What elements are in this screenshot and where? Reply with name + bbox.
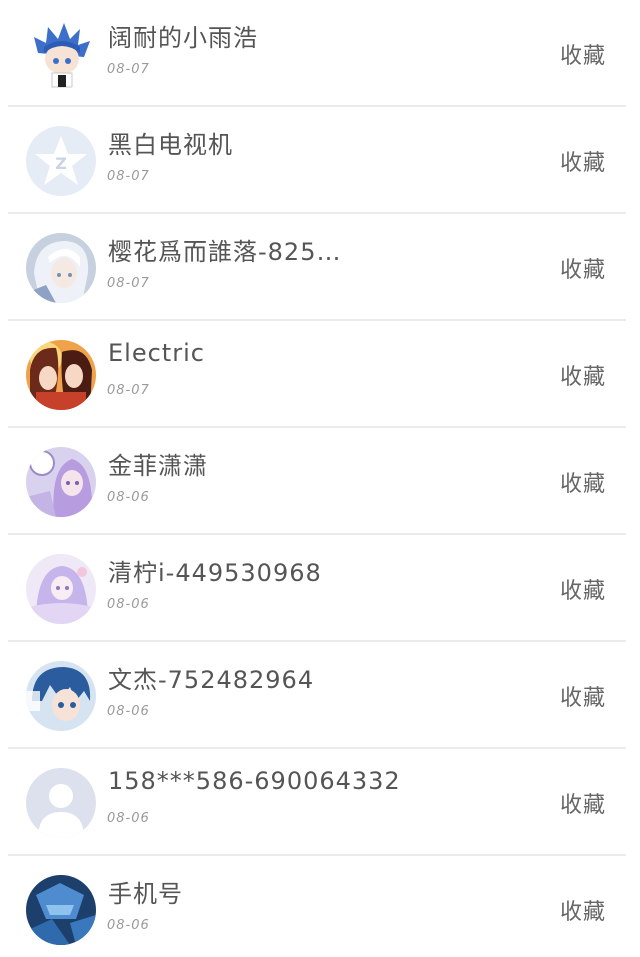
favorite-button[interactable]: 收藏	[560, 787, 606, 819]
user-name: 清柠i-449530968	[108, 559, 322, 587]
user-name: 手机号	[108, 880, 183, 908]
favorite-button[interactable]: 收藏	[560, 573, 606, 605]
user-list: 阔耐的小雨浩 08-07 收藏 Z 黑白电视机 08-07 收藏 樱花爲而誰落-…	[0, 0, 640, 957]
list-item[interactable]: 文杰-752482964 08-06 收藏	[0, 642, 640, 749]
date-label: 08-06	[107, 918, 150, 933]
user-name: 樱花爲而誰落-825…	[108, 238, 342, 266]
user-name: Electric	[108, 339, 205, 367]
blue-mech-avatar[interactable]	[26, 875, 96, 945]
date-label: 08-07	[107, 383, 150, 398]
favorite-button[interactable]: 收藏	[560, 38, 606, 70]
date-label: 08-07	[107, 62, 150, 77]
date-label: 08-06	[107, 704, 150, 719]
anime-two-girls-avatar[interactable]	[26, 340, 96, 410]
anime-purple-girl-avatar[interactable]	[26, 447, 96, 517]
date-label: 08-06	[107, 597, 150, 612]
list-item[interactable]: Electric 08-07 收藏	[0, 321, 640, 428]
list-item[interactable]: 158***586-690064332 08-06 收藏	[0, 749, 640, 856]
user-name: 阔耐的小雨浩	[108, 24, 258, 52]
user-name: 黑白电视机	[108, 131, 233, 159]
qq-default-avatar[interactable]: Z	[26, 126, 96, 196]
user-name: 金菲潇潇	[108, 452, 208, 480]
anime-white-hair-avatar[interactable]	[26, 233, 96, 303]
anime-blue-boy-avatar[interactable]	[26, 661, 96, 731]
date-label: 08-06	[107, 811, 150, 826]
list-item[interactable]: Z 黑白电视机 08-07 收藏	[0, 107, 640, 214]
list-item[interactable]: 清柠i-449530968 08-06 收藏	[0, 535, 640, 642]
favorite-button[interactable]: 收藏	[560, 894, 606, 926]
list-item[interactable]: 金菲潇潇 08-06 收藏	[0, 428, 640, 535]
list-item[interactable]: 手机号 08-06 收藏	[0, 856, 640, 957]
list-item[interactable]: 樱花爲而誰落-825… 08-07 收藏	[0, 214, 640, 321]
favorite-button[interactable]: 收藏	[560, 466, 606, 498]
user-name: 158***586-690064332	[108, 767, 401, 795]
list-item[interactable]: 阔耐的小雨浩 08-07 收藏	[0, 0, 640, 107]
svg-text:Z: Z	[55, 154, 67, 173]
date-label: 08-07	[107, 276, 150, 291]
favorite-button[interactable]: 收藏	[560, 680, 606, 712]
user-name: 文杰-752482964	[108, 666, 315, 694]
anime-lavender-girl-avatar[interactable]	[26, 554, 96, 624]
favorite-button[interactable]: 收藏	[560, 359, 606, 391]
anime-blue-hair-avatar[interactable]	[26, 19, 96, 89]
date-label: 08-07	[107, 169, 150, 184]
favorite-button[interactable]: 收藏	[560, 145, 606, 177]
date-label: 08-06	[107, 490, 150, 505]
favorite-button[interactable]: 收藏	[560, 252, 606, 284]
default-person-avatar[interactable]	[26, 768, 96, 838]
